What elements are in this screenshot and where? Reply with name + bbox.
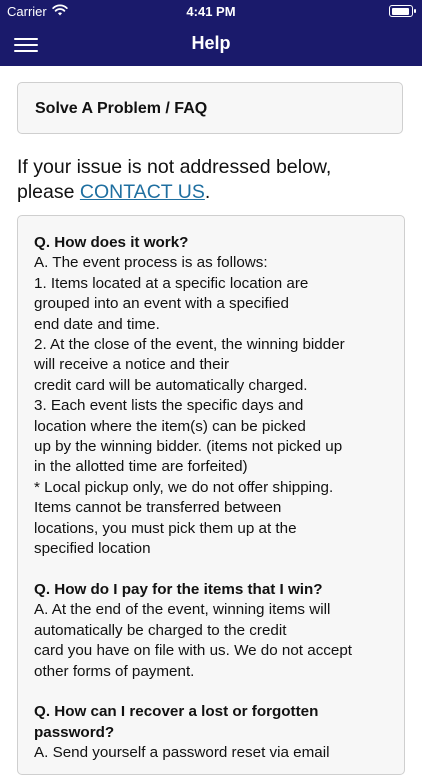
faq-item: Q. How can I recover a lost or forgotten… — [34, 702, 390, 763]
nav-bar: Carrier 4:41 PM Help — [0, 0, 422, 66]
faq-answer-line: A. Send yourself a password reset via em… — [34, 744, 330, 762]
faq-question: Q. How do I pay for the items that I win… — [34, 580, 323, 598]
page-title: Help — [191, 33, 231, 53]
faq-answer-line: credit card will be automatically charge… — [34, 376, 308, 394]
faq-answer-line: grouped into an event with a specified — [34, 295, 289, 313]
intro-line-2: please CONTACT US. — [17, 180, 409, 205]
faq-answer-line: 2. At the close of the event, the winnin… — [34, 336, 345, 354]
faq-answer-line: end date and time. — [34, 315, 160, 333]
faq-answer-line: location where the item(s) can be picked — [34, 417, 306, 435]
faq-answer-line: in the allotted time are forfeited) — [34, 458, 248, 476]
contact-us-link[interactable]: CONTACT US — [80, 181, 205, 203]
faq-answer-line: up by the winning bidder. (items not pic… — [34, 438, 343, 456]
battery-icon — [389, 5, 416, 17]
solve-problem-faq-card[interactable]: Solve A Problem / FAQ — [17, 82, 403, 134]
faq-question-line: password? — [34, 723, 115, 741]
faq-answer-line: 1. Items located at a specific location … — [34, 274, 309, 292]
solve-problem-faq-label: Solve A Problem / FAQ — [35, 100, 208, 117]
faq-question-line: Q. How can I recover a lost or forgotten — [34, 703, 319, 721]
faq-answer-line: 3. Each event lists the specific days an… — [34, 397, 304, 415]
faq-answer-line: will receive a notice and their — [34, 356, 230, 374]
faq-answer-line: specified location — [34, 540, 151, 558]
intro-line-1: If your issue is not addressed below, — [17, 156, 332, 178]
status-time: 4:41 PM — [186, 4, 236, 19]
faq-answer-line: A. At the end of the event, winning item… — [34, 601, 331, 619]
intro-prefix: please — [17, 181, 80, 203]
faq-answer-line: locations, you must pick them up at the — [34, 519, 297, 537]
faq-question: Q. How does it work? — [34, 234, 189, 251]
faq-item: Q. How does it work? A. The event process… — [34, 233, 390, 560]
faq-answer-line: A. The event process is as follows: — [34, 254, 268, 272]
faq-answer-line: card you have on file with us. We do not… — [34, 642, 352, 660]
faq-list: Q. How does it work? A. The event process… — [34, 233, 390, 774]
intro-text: If your issue is not addressed below, pl… — [17, 155, 409, 205]
faq-answer-line: automatically be charged to the credit — [34, 621, 287, 639]
faq-answer-line: other forms of payment. — [34, 662, 195, 680]
faq-card: Q. How does it work? A. The event process… — [17, 215, 405, 775]
status-bar: Carrier 4:41 PM — [0, 0, 422, 22]
intro-suffix: . — [204, 181, 211, 203]
faq-item: Q. How do I pay for the items that I win… — [34, 580, 390, 682]
faq-answer-line: * Local pickup only, we do not offer shi… — [34, 478, 334, 496]
faq-answer-line: Items cannot be transferred between — [34, 499, 282, 517]
